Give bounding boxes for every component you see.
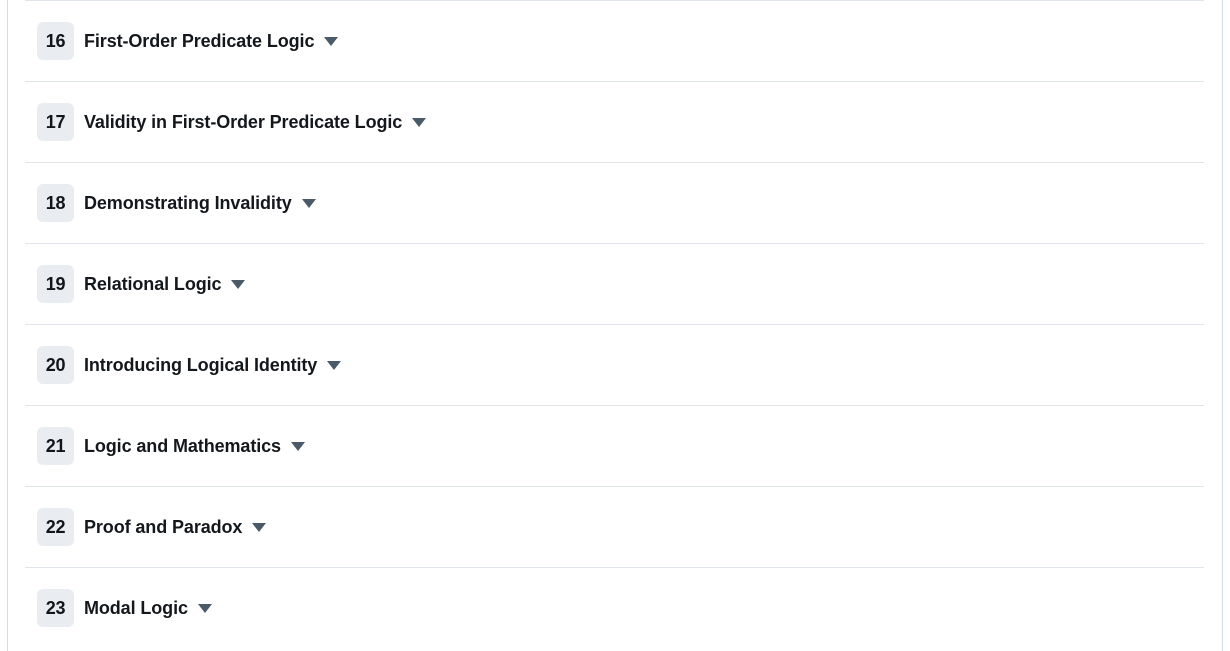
left-frame-rule — [7, 0, 8, 651]
chapter-title: Demonstrating Invalidity — [84, 192, 292, 213]
chapter-number-badge: 19 — [37, 265, 74, 303]
chapter-row[interactable]: 18 Demonstrating Invalidity — [25, 162, 1204, 243]
chapter-title: Logic and Mathematics — [84, 435, 281, 456]
chapter-title: Modal Logic — [84, 597, 188, 618]
chapter-row[interactable]: 16 First-Order Predicate Logic — [25, 0, 1204, 81]
chevron-down-icon[interactable] — [324, 36, 339, 46]
chapter-number-badge: 23 — [37, 589, 74, 627]
chapter-title: Relational Logic — [84, 273, 222, 294]
chapter-number-badge: 22 — [37, 508, 74, 546]
chapter-number-badge: 18 — [37, 184, 74, 222]
chevron-down-icon[interactable] — [197, 603, 212, 613]
chapter-row[interactable]: 17 Validity in First-Order Predicate Logi… — [25, 81, 1204, 162]
page-frame: 16 First-Order Predicate Logic 17 Validity … — [0, 0, 1230, 651]
chapter-title: Proof and Paradox — [84, 516, 243, 537]
chevron-down-icon[interactable] — [290, 441, 305, 451]
chevron-down-icon[interactable] — [301, 198, 316, 208]
chapter-number-badge: 21 — [37, 427, 74, 465]
chevron-down-icon[interactable] — [252, 522, 267, 532]
chevron-down-icon[interactable] — [231, 279, 246, 289]
chapter-number-badge: 20 — [37, 346, 74, 384]
chapter-title: Validity in First-Order Predicate Logic — [84, 111, 403, 132]
chapter-number-badge: 16 — [37, 22, 74, 60]
chapter-row[interactable]: 19 Relational Logic — [25, 243, 1204, 324]
chapter-row[interactable]: 21 Logic and Mathematics — [25, 405, 1204, 486]
chapter-row[interactable]: 23 Modal Logic — [25, 567, 1204, 648]
chapter-row[interactable]: 20 Introducing Logical Identity — [25, 324, 1204, 405]
chapter-row[interactable]: 22 Proof and Paradox — [25, 486, 1204, 567]
chapter-number-badge: 17 — [37, 103, 74, 141]
chevron-down-icon[interactable] — [327, 360, 342, 370]
chapter-title: Introducing Logical Identity — [84, 354, 318, 375]
chevron-down-icon[interactable] — [412, 117, 427, 127]
chapter-title: First-Order Predicate Logic — [84, 30, 315, 51]
chapter-list: 16 First-Order Predicate Logic 17 Validity … — [25, 0, 1204, 648]
right-frame-rule — [1222, 0, 1223, 651]
